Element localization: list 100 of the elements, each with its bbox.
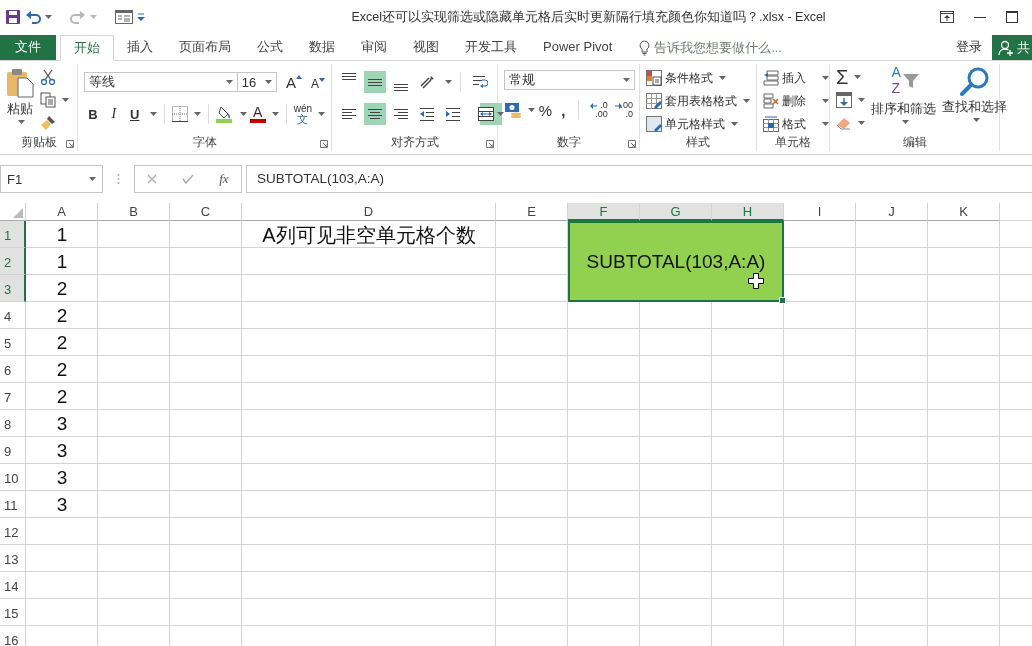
fill-down-icon[interactable]: [836, 92, 852, 108]
caret-icon[interactable]: [193, 112, 201, 116]
ribbon-tab[interactable]: 插入: [114, 35, 166, 60]
dialog-launcher-icon[interactable]: [628, 140, 636, 148]
customize-icon[interactable]: [137, 13, 145, 21]
grip-icon[interactable]: [117, 173, 120, 185]
row-header[interactable]: 1: [0, 221, 26, 248]
file-tab[interactable]: 文件: [0, 35, 56, 60]
caret-icon[interactable]: [149, 112, 157, 116]
ribbon-tab[interactable]: 页面布局: [166, 35, 244, 60]
caret-icon[interactable]: [972, 118, 980, 122]
caret-icon[interactable]: [62, 98, 69, 102]
caret-icon[interactable]: [271, 112, 279, 116]
caret-icon[interactable]: [822, 99, 829, 103]
insert-function-button[interactable]: fx: [219, 171, 229, 187]
ribbon-display-icon[interactable]: [940, 11, 954, 23]
dialog-launcher-icon[interactable]: [320, 140, 328, 148]
comma-style-button[interactable]: ,: [555, 101, 571, 119]
paste-button[interactable]: 粘贴: [6, 66, 34, 134]
sort-filter-button[interactable]: A Z 排序和筛选: [871, 66, 936, 134]
insert-cells-icon: [763, 70, 779, 86]
number-format-field[interactable]: 常规: [504, 70, 635, 90]
caret-icon[interactable]: [822, 76, 829, 80]
name-box[interactable]: F1: [0, 165, 103, 193]
ribbon-tab[interactable]: 公式: [244, 35, 296, 60]
dialog-launcher-icon[interactable]: [66, 140, 74, 148]
fill-color-icon[interactable]: [215, 105, 234, 123]
column-header[interactable]: F: [568, 203, 640, 221]
format-cells-icon: [763, 116, 779, 132]
caret-icon[interactable]: [445, 80, 452, 84]
caret-icon[interactable]: [89, 177, 96, 181]
find-select-button[interactable]: 查找和选择: [942, 66, 1007, 134]
autosum-button[interactable]: Σ: [836, 67, 849, 88]
font-size-field[interactable]: 16: [236, 72, 277, 92]
share-button[interactable]: 共: [992, 35, 1032, 60]
align-center-button[interactable]: [364, 103, 386, 125]
row-header[interactable]: 2: [0, 248, 26, 275]
sign-in-link[interactable]: 登录: [956, 35, 982, 60]
paintbrush-icon[interactable]: [40, 114, 56, 131]
selected-merged-cell[interactable]: SUBTOTAL(103,A:A): [568, 221, 784, 302]
caret-icon[interactable]: [901, 120, 909, 124]
cell-styles-button[interactable]: 单元格样式: [646, 114, 738, 134]
caret-icon[interactable]: [45, 15, 52, 19]
scissors-icon[interactable]: [40, 69, 56, 86]
row-header[interactable]: 3: [0, 275, 26, 302]
ribbon-tab[interactable]: 审阅: [348, 35, 400, 60]
font-name-field[interactable]: 等线: [84, 72, 238, 92]
bold-button[interactable]: B: [84, 106, 102, 122]
delete-cells-button[interactable]: 删除: [763, 91, 829, 111]
merge-center-button[interactable]: [480, 103, 502, 125]
tell-me-field[interactable]: 告诉我您想要做什么...: [654, 40, 805, 55]
currency-icon[interactable]: [504, 102, 522, 118]
caret-icon[interactable]: [623, 78, 630, 82]
caret-icon[interactable]: [858, 98, 865, 102]
caret-icon[interactable]: [239, 112, 247, 116]
formula-field[interactable]: SUBTOTAL(103,A:A): [246, 165, 1032, 193]
underline-button[interactable]: U: [125, 106, 144, 122]
save-icon[interactable]: [5, 9, 21, 25]
phonetic-button[interactable]: wén 文: [293, 104, 313, 124]
percent-button[interactable]: %: [538, 101, 553, 119]
caret-icon[interactable]: [318, 112, 326, 116]
decrease-decimal-button[interactable]: .00 .0: [614, 101, 633, 119]
form-icon[interactable]: [115, 10, 133, 24]
caret-icon[interactable]: [858, 120, 865, 125]
cell-value: 3: [56, 438, 68, 463]
caret-icon[interactable]: [18, 120, 25, 124]
caret-icon[interactable]: [225, 80, 233, 84]
ribbon-tab[interactable]: 开始: [60, 35, 114, 61]
ribbon-tab[interactable]: 开发工具: [452, 35, 530, 60]
format-as-table-button[interactable]: 套用表格格式: [646, 91, 750, 111]
dialog-launcher-icon[interactable]: [486, 140, 494, 148]
fill-handle[interactable]: [779, 297, 786, 304]
column-header[interactable]: G: [640, 203, 712, 221]
grow-font-button[interactable]: A: [285, 73, 302, 91]
caret-icon[interactable]: [731, 122, 738, 126]
funnel-icon: [902, 74, 919, 88]
caret-icon[interactable]: [528, 108, 535, 112]
column-header[interactable]: H: [712, 203, 784, 221]
maximize-icon[interactable]: [1006, 11, 1018, 23]
copy-icon[interactable]: [40, 92, 56, 108]
caret-icon[interactable]: [854, 75, 862, 80]
align-middle-button[interactable]: [364, 71, 386, 93]
font-color-button[interactable]: A: [249, 105, 266, 123]
italic-button[interactable]: I: [104, 106, 123, 122]
caret-icon[interactable]: [719, 76, 726, 80]
shrink-font-button[interactable]: A: [311, 73, 325, 91]
format-cells-button[interactable]: 格式: [763, 114, 829, 134]
ribbon-tab[interactable]: Power Pivot: [530, 35, 626, 60]
caret-icon[interactable]: [497, 112, 504, 116]
ribbon-tab[interactable]: 数据: [296, 35, 348, 60]
caret-icon[interactable]: [743, 99, 750, 103]
caret-icon[interactable]: [264, 80, 272, 84]
increase-decimal-button[interactable]: .0 .00: [589, 101, 608, 119]
insert-cells-button[interactable]: 插入: [763, 68, 829, 88]
caret-icon[interactable]: [822, 122, 829, 126]
cell-value: A列可见非空单元格个数: [262, 222, 476, 247]
undo-icon[interactable]: [25, 9, 41, 25]
conditional-formatting-button[interactable]: 条件格式: [646, 68, 726, 88]
ribbon-tab[interactable]: 视图: [400, 35, 452, 60]
borders-icon[interactable]: [171, 106, 188, 122]
